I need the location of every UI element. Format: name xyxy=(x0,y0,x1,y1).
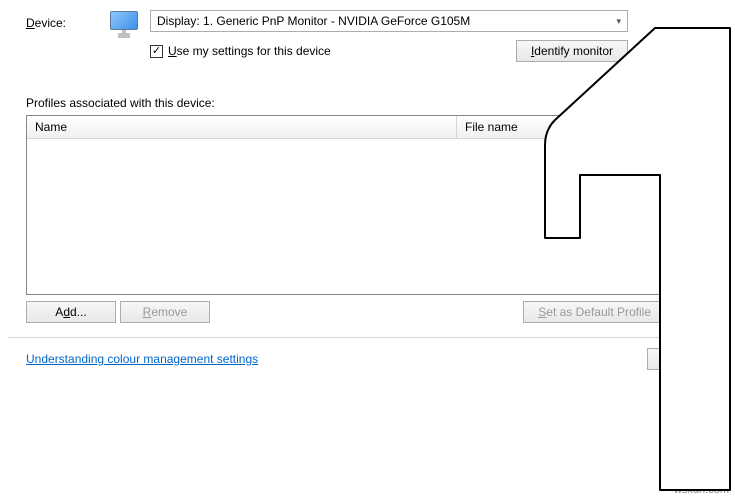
identify-monitor-button[interactable]: Identify monitor xyxy=(516,40,628,62)
listview-header: Name File name xyxy=(27,116,665,139)
add-button[interactable]: Add... xyxy=(26,301,116,323)
remove-button: Remove xyxy=(120,301,210,323)
column-name[interactable]: Name xyxy=(27,116,457,138)
watermark: wsxdn.com xyxy=(674,484,729,496)
divider xyxy=(8,337,727,338)
chevron-down-icon: ▾ xyxy=(616,16,621,27)
profiles-listview[interactable]: Name File name xyxy=(26,115,666,295)
use-settings-label: Use my settings for this device xyxy=(168,44,331,58)
device-dropdown-value: Display: 1. Generic PnP Monitor - NVIDIA… xyxy=(157,14,470,28)
monitor-icon xyxy=(108,10,140,38)
profiles-button[interactable]: Profiles xyxy=(647,348,717,370)
use-settings-checkbox[interactable]: ✓ Use my settings for this device xyxy=(150,44,331,58)
device-dropdown[interactable]: Display: 1. Generic PnP Monitor - NVIDIA… xyxy=(150,10,628,32)
column-filename[interactable]: File name xyxy=(457,116,665,138)
profiles-section-label: Profiles associated with this device: xyxy=(26,96,727,110)
device-label: Device: xyxy=(8,10,98,30)
checkmark-icon: ✓ xyxy=(150,45,163,58)
set-default-button: Set as Default Profile xyxy=(523,301,666,323)
understanding-link[interactable]: Understanding colour management settings xyxy=(26,352,258,366)
